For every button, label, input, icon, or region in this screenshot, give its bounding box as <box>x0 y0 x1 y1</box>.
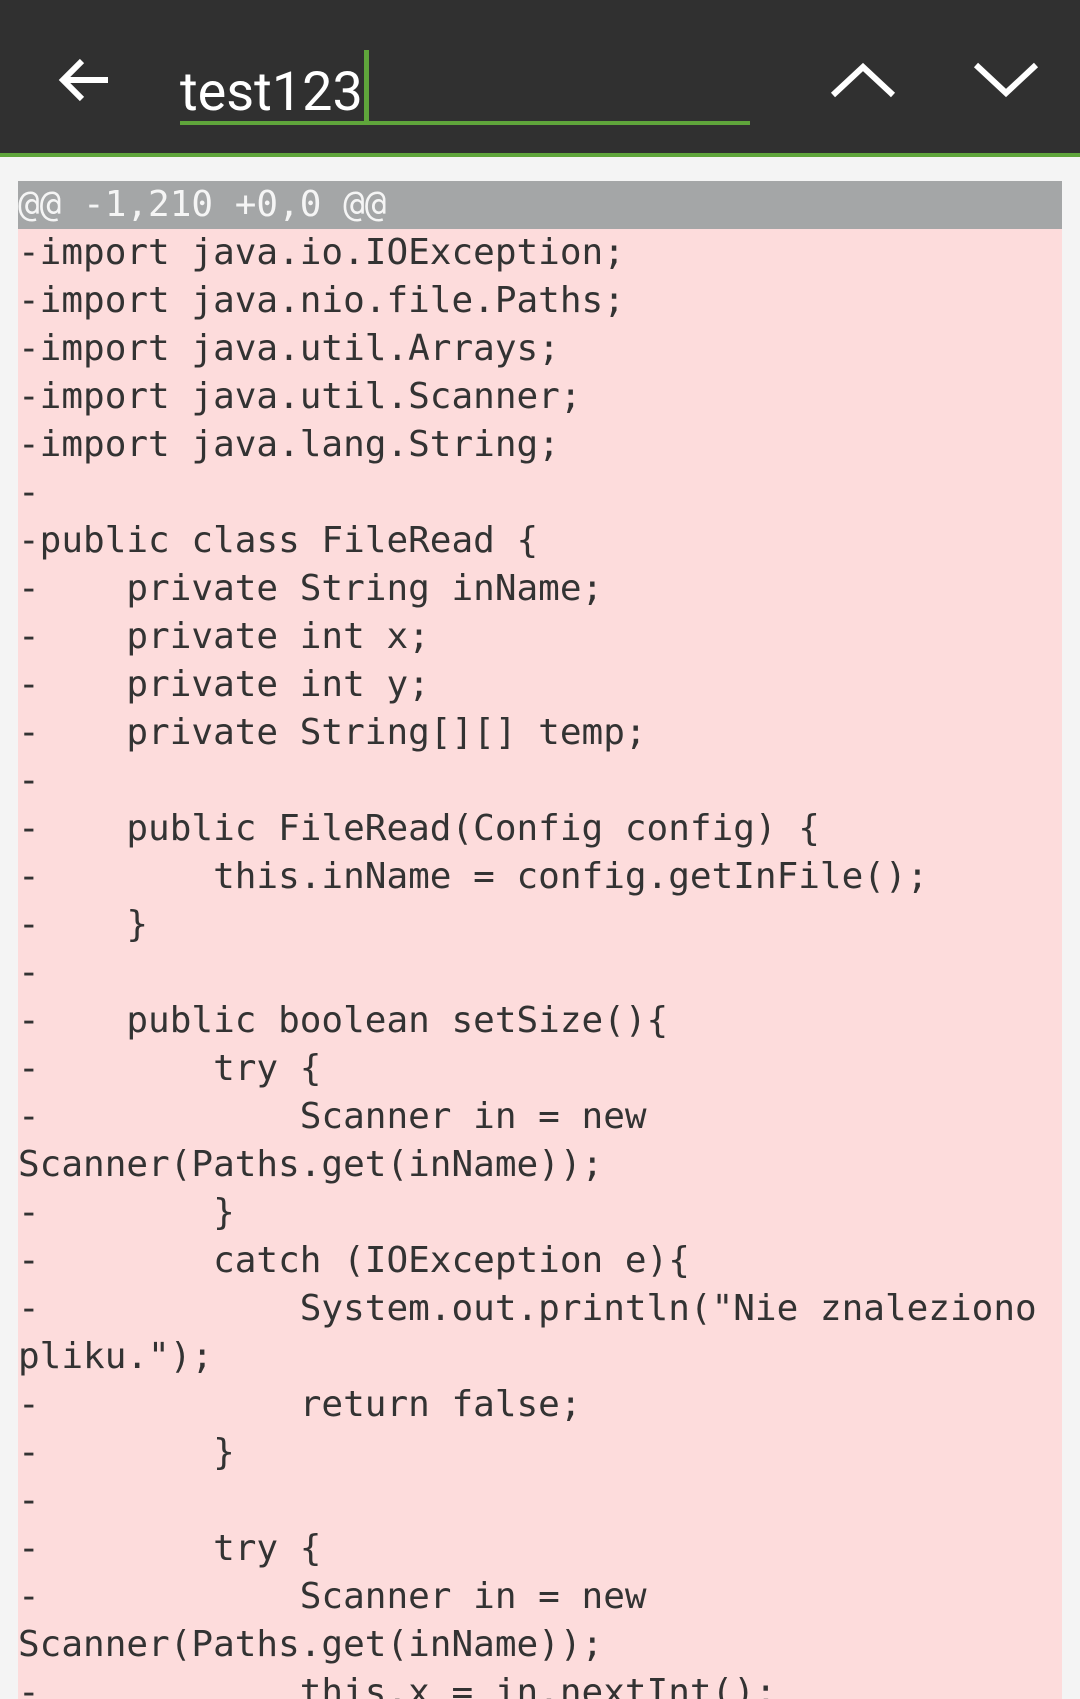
diff-line: - private String inName; <box>18 568 604 609</box>
diff-line: -import java.util.Arrays; <box>18 328 560 369</box>
diff-line: - public FileRead(Config config) { <box>18 808 820 849</box>
diff-line: - try { <box>18 1048 322 1089</box>
diff-line: Scanner(Paths.get(inName)); <box>18 1624 604 1665</box>
search-input[interactable]: test123 <box>180 50 369 124</box>
search-query-text[interactable]: test123 <box>180 61 363 124</box>
diff-line: -import java.util.Scanner; <box>18 376 582 417</box>
diff-line: - <box>18 760 40 801</box>
diff-line: -import java.nio.file.Paths; <box>18 280 625 321</box>
diff-line: - <box>18 1480 40 1521</box>
diff-line: Scanner(Paths.get(inName)); <box>18 1144 604 1185</box>
diff-line: - catch (IOException e){ <box>18 1240 690 1281</box>
diff-line: - Scanner in = new <box>18 1576 647 1617</box>
text-cursor <box>363 50 369 124</box>
previous-match-button[interactable] <box>823 45 903 115</box>
diff-line: - System.out.println("Nie znaleziono <box>18 1288 1037 1329</box>
diff-line: - } <box>18 1192 235 1233</box>
diff-line: - private String[][] temp; <box>18 712 647 753</box>
diff-line: -import java.lang.String; <box>18 424 560 465</box>
diff-line: - return false; <box>18 1384 582 1425</box>
diff-line: - private int y; <box>18 664 430 705</box>
search-field[interactable]: test123 <box>180 38 750 125</box>
diff-line: - <box>18 952 40 993</box>
diff-line: - public boolean setSize(){ <box>18 1000 669 1041</box>
diff-line: - } <box>18 1432 235 1473</box>
diff-line: - try { <box>18 1528 322 1569</box>
search-toolbar: test123 <box>0 0 1080 157</box>
next-match-button[interactable] <box>966 45 1046 115</box>
diff-line: - private int x; <box>18 616 430 657</box>
diff-line: pliku."); <box>18 1336 214 1377</box>
diff-line: - } <box>18 904 149 945</box>
back-button[interactable] <box>50 45 120 115</box>
chevron-up-icon <box>830 62 896 98</box>
diff-line: -import java.io.IOException; <box>18 232 625 273</box>
chevron-down-icon <box>973 62 1039 98</box>
diff-lines: -import java.io.IOException; -import java… <box>18 229 1062 1699</box>
diff-view[interactable]: @@ -1,210 +0,0 @@ -import java.io.IOExce… <box>18 181 1062 1699</box>
diff-line: -public class FileRead { <box>18 520 539 561</box>
diff-line: - this.inName = config.getInFile(); <box>18 856 929 897</box>
diff-line: - Scanner in = new <box>18 1096 647 1137</box>
diff-line: - <box>18 472 40 513</box>
diff-hunk-header: @@ -1,210 +0,0 @@ <box>18 181 1062 229</box>
arrow-left-icon <box>58 58 108 102</box>
diff-line: - this.x = in.nextInt(); <box>18 1672 777 1699</box>
